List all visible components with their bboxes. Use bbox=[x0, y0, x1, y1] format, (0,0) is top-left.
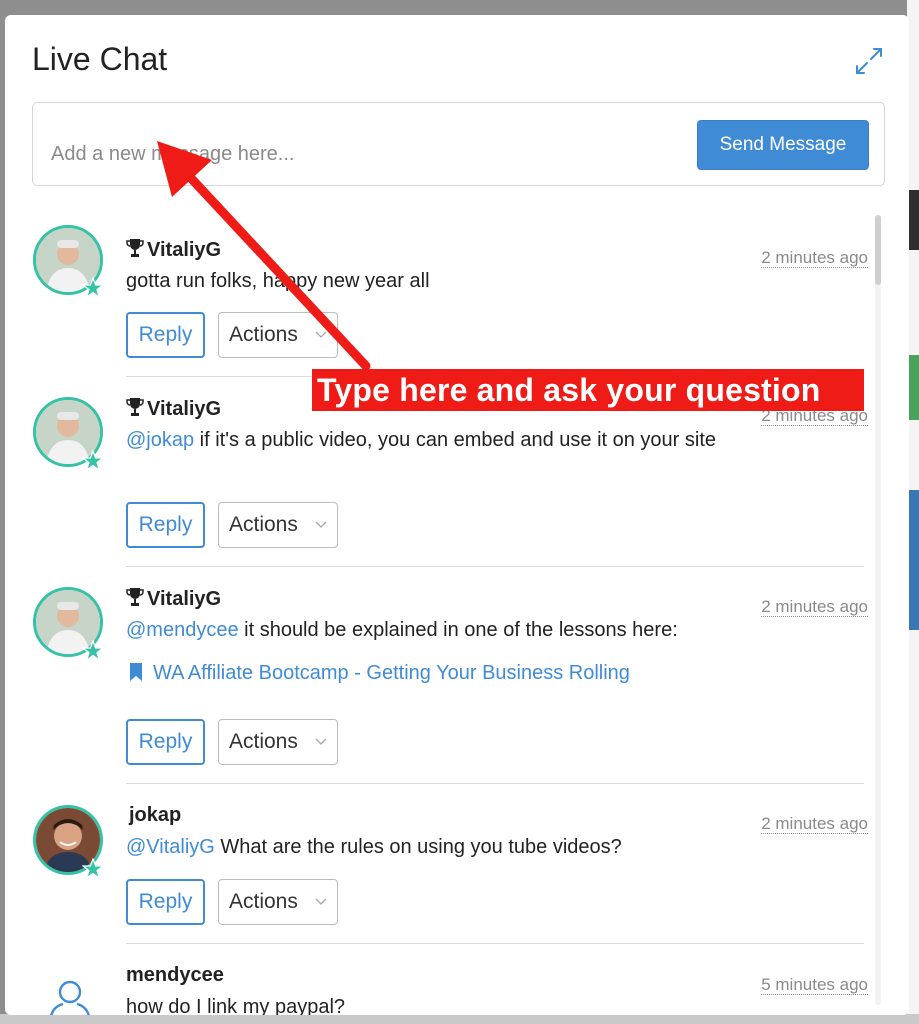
trophy-icon bbox=[126, 588, 144, 606]
background-page-bottom bbox=[0, 1014, 919, 1024]
trophy-icon bbox=[126, 239, 144, 257]
mention-link[interactable]: @mendycee bbox=[126, 619, 239, 641]
actions-label: Actions bbox=[229, 323, 298, 346]
message-timestamp: 2 minutes ago bbox=[761, 248, 868, 268]
message-composer: Send Message bbox=[32, 102, 885, 186]
actions-dropdown[interactable]: Actions bbox=[218, 719, 338, 765]
author-label: VitaliyG bbox=[147, 398, 222, 420]
lesson-link-label: WA Affiliate Bootcamp - Getting Your Bus… bbox=[153, 662, 630, 684]
trophy-icon bbox=[126, 398, 144, 416]
actions-label: Actions bbox=[229, 513, 298, 536]
chevron-down-icon bbox=[315, 898, 327, 905]
actions-label: Actions bbox=[229, 730, 298, 753]
online-star-icon bbox=[82, 640, 104, 662]
message-body: gotta run folks, happy new year all bbox=[126, 270, 430, 292]
reply-button[interactable]: Reply bbox=[126, 879, 205, 925]
actions-dropdown[interactable]: Actions bbox=[218, 312, 338, 358]
message-divider bbox=[126, 566, 864, 567]
message-divider bbox=[126, 943, 864, 944]
mention-link[interactable]: @VitaliyG bbox=[126, 836, 215, 858]
message-text: @mendycee it should be explained in one … bbox=[126, 615, 756, 645]
live-chat-panel: Live Chat Send Message VitaliyG 2 minute… bbox=[5, 15, 909, 1015]
bookmark-icon bbox=[130, 663, 142, 681]
actions-label: Actions bbox=[229, 890, 298, 913]
lesson-link[interactable]: WA Affiliate Bootcamp - Getting Your Bus… bbox=[129, 662, 630, 685]
annotation-label: Type here and ask your question bbox=[312, 369, 864, 411]
expand-icon[interactable] bbox=[853, 45, 885, 77]
author-name[interactable]: VitaliyG bbox=[126, 587, 221, 611]
message-body: if it's a public video, you can embed an… bbox=[194, 429, 717, 451]
online-star-icon bbox=[82, 858, 104, 880]
actions-dropdown[interactable]: Actions bbox=[218, 502, 338, 548]
chevron-down-icon bbox=[315, 738, 327, 745]
message-body: how do I link my paypal? bbox=[126, 996, 346, 1015]
message-timestamp: 2 minutes ago bbox=[761, 597, 868, 617]
online-star-icon bbox=[82, 277, 104, 299]
message-text: @VitaliyG What are the rules on using yo… bbox=[126, 832, 756, 862]
user-outline-icon[interactable] bbox=[45, 976, 95, 1015]
send-message-button[interactable]: Send Message bbox=[697, 120, 869, 170]
chevron-down-icon bbox=[315, 331, 327, 338]
reply-button[interactable]: Reply bbox=[126, 502, 205, 548]
message-text: @jokap if it's a public video, you can e… bbox=[126, 425, 756, 455]
author-label: VitaliyG bbox=[147, 588, 222, 610]
online-star-icon bbox=[82, 450, 104, 472]
mention-link[interactable]: @jokap bbox=[126, 429, 194, 451]
panel-title: Live Chat bbox=[32, 41, 168, 77]
message-text: how do I link my paypal? bbox=[126, 992, 756, 1015]
author-name[interactable]: VitaliyG bbox=[126, 238, 221, 262]
actions-dropdown[interactable]: Actions bbox=[218, 879, 338, 925]
author-name[interactable]: mendycee bbox=[126, 964, 224, 987]
author-label: VitaliyG bbox=[147, 239, 222, 261]
author-name[interactable]: VitaliyG bbox=[126, 397, 221, 421]
message-body: it should be explained in one of the les… bbox=[238, 619, 678, 641]
reply-button[interactable]: Reply bbox=[126, 719, 205, 765]
chevron-down-icon bbox=[315, 521, 327, 528]
author-name[interactable]: jokap bbox=[129, 804, 181, 827]
reply-button[interactable]: Reply bbox=[126, 312, 205, 358]
message-text: gotta run folks, happy new year all bbox=[126, 266, 756, 296]
message-divider bbox=[126, 783, 864, 784]
message-body: What are the rules on using you tube vid… bbox=[214, 836, 622, 858]
message-timestamp: 2 minutes ago bbox=[761, 814, 868, 834]
message-feed: VitaliyG 2 minutes ago gotta run folks, … bbox=[5, 201, 909, 1015]
message-input[interactable] bbox=[33, 103, 683, 185]
message-timestamp: 5 minutes ago bbox=[761, 975, 868, 995]
